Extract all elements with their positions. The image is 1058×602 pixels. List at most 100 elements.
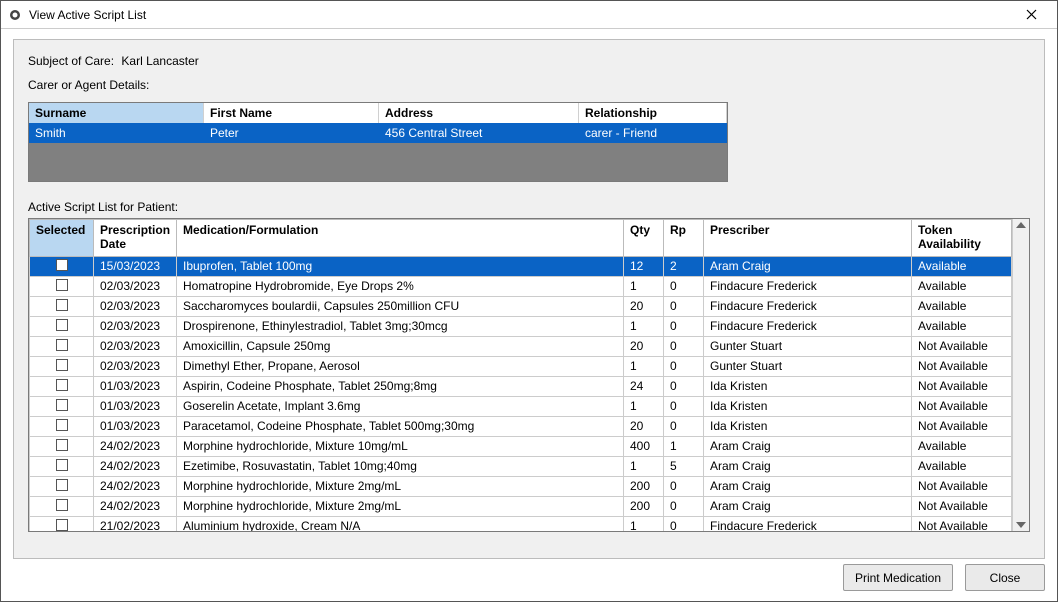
table-row[interactable]: 15/03/2023Ibuprofen, Tablet 100mg122Aram… [30, 256, 1012, 276]
close-button[interactable]: Close [965, 564, 1045, 591]
titlebar: View Active Script List [1, 1, 1057, 29]
row-checkbox[interactable] [56, 339, 68, 351]
cell-rp: 2 [664, 256, 704, 276]
table-row[interactable]: 24/02/2023Ezetimibe, Rosuvastatin, Table… [30, 456, 1012, 476]
table-row[interactable]: 02/03/2023Drospirenone, Ethinylestradiol… [30, 316, 1012, 336]
cell-qty: 200 [624, 476, 664, 496]
table-row[interactable]: 02/03/2023Dimethyl Ether, Propane, Aeros… [30, 356, 1012, 376]
row-checkbox-cell[interactable] [30, 356, 94, 376]
row-checkbox[interactable] [56, 419, 68, 431]
row-checkbox[interactable] [56, 439, 68, 451]
table-row[interactable]: 02/03/2023Homatropine Hydrobromide, Eye … [30, 276, 1012, 296]
header-rp[interactable]: Rp [664, 220, 704, 257]
cell-rp: 0 [664, 376, 704, 396]
scripts-table[interactable]: Selected Prescription Date Medication/Fo… [29, 219, 1012, 531]
row-checkbox[interactable] [56, 379, 68, 391]
cell-prescriber: Ida Kristen [704, 396, 912, 416]
header-prescriber[interactable]: Prescriber [704, 220, 912, 257]
cell-token: Available [912, 436, 1012, 456]
cell-prescriber: Aram Craig [704, 496, 912, 516]
row-checkbox[interactable] [56, 359, 68, 371]
carer-header-address[interactable]: Address [379, 103, 579, 123]
table-row[interactable]: 21/02/2023Aluminium hydroxide, Cream N/A… [30, 516, 1012, 531]
table-row[interactable]: 24/02/2023Morphine hydrochloride, Mixtur… [30, 496, 1012, 516]
row-checkbox[interactable] [56, 519, 68, 531]
header-medication[interactable]: Medication/Formulation [177, 220, 624, 257]
carer-table[interactable]: Surname First Name Address Relationship … [28, 102, 728, 182]
row-checkbox[interactable] [56, 479, 68, 491]
cell-qty: 12 [624, 256, 664, 276]
cell-date: 02/03/2023 [94, 296, 177, 316]
row-checkbox-cell[interactable] [30, 456, 94, 476]
row-checkbox-cell[interactable] [30, 476, 94, 496]
table-row[interactable]: 01/03/2023Paracetamol, Codeine Phosphate… [30, 416, 1012, 436]
scripts-scrollbar[interactable] [1012, 219, 1029, 531]
cell-rp: 0 [664, 496, 704, 516]
window-close-button[interactable] [1011, 1, 1051, 28]
cell-rp: 0 [664, 416, 704, 436]
cell-qty: 400 [624, 436, 664, 456]
scripts-table-wrap: Selected Prescription Date Medication/Fo… [28, 218, 1030, 532]
row-checkbox-cell[interactable] [30, 376, 94, 396]
carer-header-firstname[interactable]: First Name [204, 103, 379, 123]
carer-header-surname[interactable]: Surname [29, 103, 204, 123]
cell-prescriber: Aram Craig [704, 256, 912, 276]
header-date[interactable]: Prescription Date [94, 220, 177, 257]
row-checkbox-cell[interactable] [30, 396, 94, 416]
cell-prescriber: Ida Kristen [704, 376, 912, 396]
header-selected[interactable]: Selected [30, 220, 94, 257]
table-row[interactable]: 24/02/2023Morphine hydrochloride, Mixtur… [30, 436, 1012, 456]
carer-label: Carer or Agent Details: [28, 78, 1030, 92]
row-checkbox[interactable] [56, 399, 68, 411]
cell-medication: Morphine hydrochloride, Mixture 10mg/mL [177, 436, 624, 456]
cell-date: 02/03/2023 [94, 276, 177, 296]
cell-date: 21/02/2023 [94, 516, 177, 531]
row-checkbox-cell[interactable] [30, 516, 94, 531]
cell-qty: 1 [624, 516, 664, 531]
print-medication-button[interactable]: Print Medication [843, 564, 953, 591]
cell-token: Available [912, 296, 1012, 316]
carer-row[interactable]: Smith Peter 456 Central Street carer - F… [29, 123, 727, 143]
header-qty[interactable]: Qty [624, 220, 664, 257]
cell-medication: Amoxicillin, Capsule 250mg [177, 336, 624, 356]
row-checkbox[interactable] [56, 319, 68, 331]
table-row[interactable]: 02/03/2023Amoxicillin, Capsule 250mg200G… [30, 336, 1012, 356]
cell-prescriber: Aram Craig [704, 456, 912, 476]
row-checkbox-cell[interactable] [30, 416, 94, 436]
main-panel: Subject of Care: Karl Lancaster Carer or… [13, 39, 1045, 559]
cell-date: 24/02/2023 [94, 456, 177, 476]
row-checkbox-cell[interactable] [30, 276, 94, 296]
cell-token: Not Available [912, 396, 1012, 416]
cell-qty: 20 [624, 296, 664, 316]
table-row[interactable]: 01/03/2023Goserelin Acetate, Implant 3.6… [30, 396, 1012, 416]
cell-rp: 0 [664, 476, 704, 496]
cell-prescriber: Ida Kristen [704, 416, 912, 436]
row-checkbox-cell[interactable] [30, 496, 94, 516]
row-checkbox[interactable] [56, 279, 68, 291]
cell-date: 15/03/2023 [94, 256, 177, 276]
table-row[interactable]: 02/03/2023Saccharomyces boulardii, Capsu… [30, 296, 1012, 316]
cell-date: 01/03/2023 [94, 396, 177, 416]
close-icon [1026, 9, 1037, 20]
cell-date: 24/02/2023 [94, 496, 177, 516]
carer-header-relationship[interactable]: Relationship [579, 103, 727, 123]
row-checkbox[interactable] [56, 259, 68, 271]
cell-date: 24/02/2023 [94, 436, 177, 456]
row-checkbox-cell[interactable] [30, 316, 94, 336]
row-checkbox[interactable] [56, 459, 68, 471]
cell-date: 24/02/2023 [94, 476, 177, 496]
header-token[interactable]: Token Availability [912, 220, 1012, 257]
row-checkbox-cell[interactable] [30, 336, 94, 356]
row-checkbox-cell[interactable] [30, 256, 94, 276]
cell-rp: 0 [664, 296, 704, 316]
row-checkbox-cell[interactable] [30, 296, 94, 316]
carer-surname: Smith [29, 123, 204, 143]
row-checkbox[interactable] [56, 499, 68, 511]
cell-token: Not Available [912, 376, 1012, 396]
cell-prescriber: Findacure Frederick [704, 276, 912, 296]
table-row[interactable]: 24/02/2023Morphine hydrochloride, Mixtur… [30, 476, 1012, 496]
row-checkbox[interactable] [56, 299, 68, 311]
cell-token: Not Available [912, 496, 1012, 516]
row-checkbox-cell[interactable] [30, 436, 94, 456]
table-row[interactable]: 01/03/2023Aspirin, Codeine Phosphate, Ta… [30, 376, 1012, 396]
